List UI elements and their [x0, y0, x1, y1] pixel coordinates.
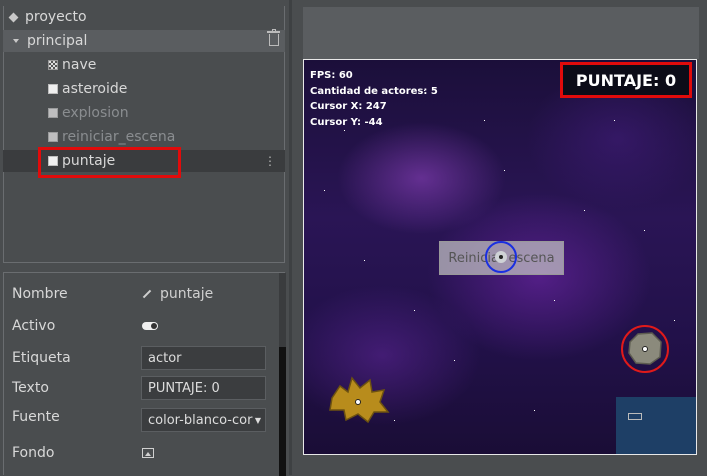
name-value[interactable]: puntaje [142, 282, 213, 306]
prop-label-texto: Texto [12, 380, 49, 396]
actor-tree-panel: proyecto principal nave asteroide explos… [0, 0, 289, 266]
checkbox-icon[interactable] [48, 108, 58, 118]
minimap-viewport [628, 413, 642, 420]
scrollbar-thumb[interactable] [279, 347, 286, 476]
active-toggle[interactable] [142, 322, 158, 330]
active-toggle-wrap [142, 314, 158, 338]
star [554, 300, 555, 301]
minimap[interactable] [616, 397, 696, 454]
font-select-value: color-blanco-cor [148, 412, 253, 428]
image-icon [142, 448, 154, 458]
star [324, 190, 325, 191]
tree-item-scene[interactable]: principal [3, 29, 285, 52]
more-options-icon[interactable]: ⋮ [264, 154, 276, 168]
prop-label-fondo: Fondo [12, 445, 55, 461]
star [584, 210, 585, 211]
panel-divider[interactable] [289, 0, 292, 475]
star [394, 420, 395, 421]
ship-sprite[interactable] [484, 240, 518, 274]
tree-item-label: explosion [62, 105, 129, 121]
diamond-icon [8, 12, 19, 22]
prop-label-fuente: Fuente [12, 409, 60, 425]
highlight-box [38, 147, 181, 178]
chevron-down-icon: ▼ [254, 415, 261, 425]
star [614, 120, 615, 121]
name-text: puntaje [160, 286, 214, 302]
prop-label-etiqueta: Etiqueta [12, 350, 71, 366]
caret-down-icon[interactable] [13, 39, 19, 43]
asteroid-sprite[interactable] [620, 324, 670, 374]
properties-panel: Nombre puntaje Activo Etiqueta actor Tex… [3, 272, 286, 476]
stage-top-margin [303, 7, 699, 59]
score-label[interactable]: PUNTAJE: 0 [560, 62, 692, 98]
star [484, 120, 485, 121]
font-select[interactable]: color-blanco-cor ▼ [141, 408, 266, 432]
tag-input[interactable]: actor [141, 346, 266, 370]
properties-scrollbar[interactable] [279, 273, 286, 476]
tree-item-label: asteroide [62, 81, 128, 97]
debug-cursor-x: Cursor X: 247 [310, 101, 387, 112]
checkbox-icon[interactable] [48, 132, 58, 142]
tree-item-project[interactable]: proyecto [3, 6, 285, 28]
tree-item-actor-nave[interactable]: nave [3, 54, 285, 76]
tree-item-actor-explosion[interactable]: explosion [3, 102, 285, 124]
text-input[interactable]: PUNTAJE: 0 [141, 376, 266, 400]
star [644, 230, 645, 231]
tree-item-label: reiniciar_escena [62, 129, 176, 145]
prop-label-activo: Activo [12, 318, 56, 334]
star [534, 410, 535, 411]
star [504, 170, 505, 171]
star [414, 310, 415, 311]
trash-icon[interactable] [267, 29, 280, 46]
star [454, 360, 455, 361]
debug-cursor-y: Cursor Y: -44 [310, 117, 383, 128]
background-picker[interactable] [142, 441, 154, 465]
star [364, 260, 365, 261]
game-canvas[interactable]: FPS: 60 Cantidad de actores: 5 Cursor X:… [303, 59, 697, 455]
tree-item-actor-reiniciar-escena[interactable]: reiniciar_escena [3, 126, 285, 148]
tree-item-actor-asteroide[interactable]: asteroide [3, 78, 285, 100]
tree-item-label: proyecto [25, 9, 87, 25]
checkbox-icon[interactable] [48, 84, 58, 94]
tree-item-label: principal [27, 33, 88, 49]
explosion-sprite[interactable] [322, 372, 394, 424]
star [344, 130, 345, 131]
tree-item-label: nave [62, 57, 97, 73]
actor-thumbnail-icon[interactable] [48, 60, 58, 70]
debug-actor-count: Cantidad de actores: 5 [310, 86, 438, 97]
stage-area: FPS: 60 Cantidad de actores: 5 Cursor X:… [297, 0, 707, 475]
prop-label-nombre: Nombre [12, 286, 68, 302]
star [674, 320, 675, 321]
pencil-icon [142, 289, 152, 299]
debug-fps: FPS: 60 [310, 70, 353, 81]
